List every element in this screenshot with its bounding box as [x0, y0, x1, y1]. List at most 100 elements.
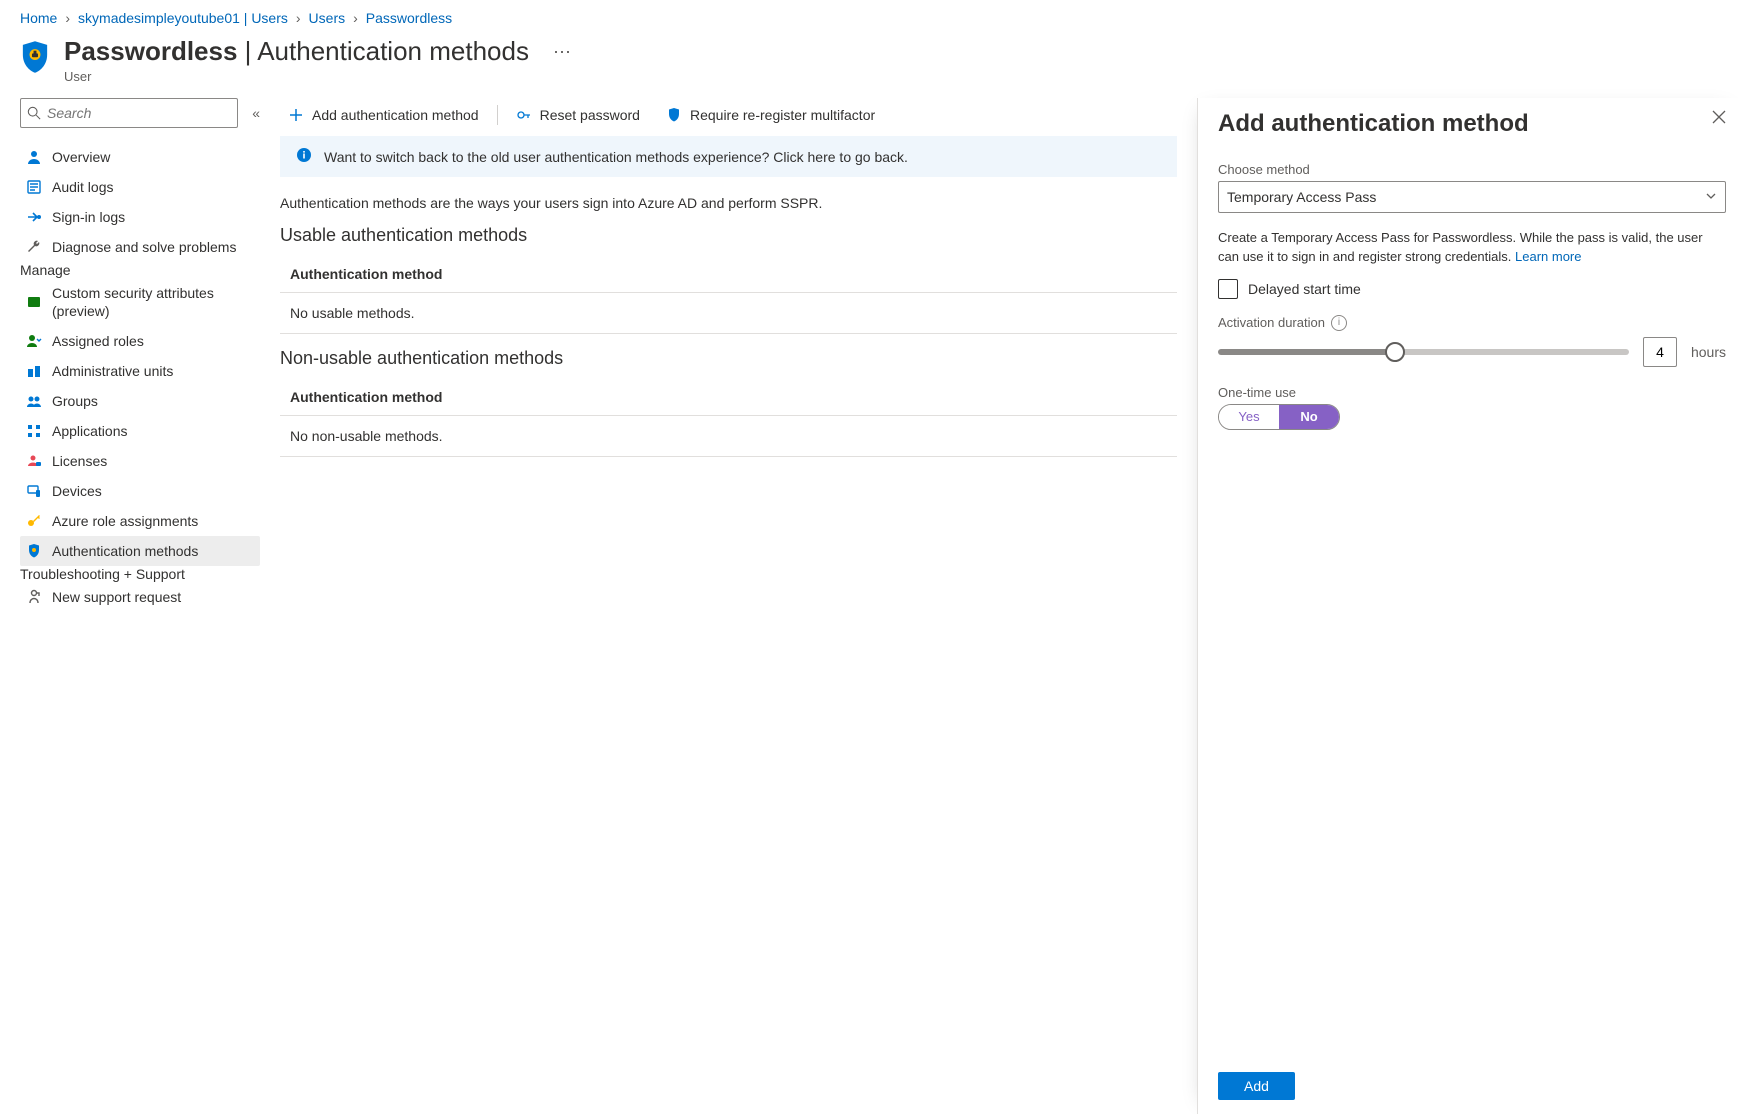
- groups-icon: [26, 393, 42, 409]
- slider-thumb[interactable]: [1385, 342, 1405, 362]
- onetime-use-label: One-time use: [1218, 385, 1726, 400]
- support-icon: [26, 589, 42, 605]
- sidebar-item-label: Overview: [52, 148, 254, 166]
- signin-icon: [26, 209, 42, 225]
- sidebar-item-label: New support request: [52, 588, 254, 606]
- add-auth-method-button[interactable]: Add authentication method: [280, 103, 487, 127]
- choose-method-label: Choose method: [1218, 162, 1726, 177]
- usable-section-title: Usable authentication methods: [280, 225, 1177, 246]
- page-header: Passwordless | Authentication methods Us…: [0, 30, 1746, 98]
- sidebar-item-sign-in-logs[interactable]: Sign-in logs: [20, 202, 260, 232]
- add-auth-method-panel: Add authentication method Choose method …: [1197, 98, 1746, 1114]
- sidebar-item-label: Custom security attributes (preview): [52, 284, 254, 320]
- breadcrumb-sep: ›: [296, 10, 301, 26]
- sidebar-item-azure-role-assignments[interactable]: Azure role assignments: [20, 506, 260, 536]
- key-icon: [516, 107, 532, 123]
- sidebar-item-applications[interactable]: Applications: [20, 416, 260, 446]
- shield-refresh-icon: [666, 107, 682, 123]
- require-reregister-button[interactable]: Require re-register multifactor: [658, 103, 883, 127]
- apps-icon: [26, 423, 42, 439]
- breadcrumb: Home › skymadesimpleyoutube01 | Users › …: [0, 0, 1746, 30]
- delayed-start-checkbox[interactable]: [1218, 279, 1238, 299]
- collapse-icon[interactable]: «: [252, 105, 260, 121]
- sidebar-item-overview[interactable]: Overview: [20, 142, 260, 172]
- onetime-use-toggle[interactable]: Yes No: [1218, 404, 1340, 430]
- add-button[interactable]: Add: [1218, 1072, 1295, 1100]
- breadcrumb-tenant[interactable]: skymadesimpleyoutube01 | Users: [78, 10, 288, 26]
- log-icon: [26, 179, 42, 195]
- sidebar: « Overview Audit logs Sign-in logs Diagnose…: [0, 98, 260, 1114]
- sidebar-item-audit-logs[interactable]: Audit logs: [20, 172, 260, 202]
- sidebar-item-label: Applications: [52, 422, 254, 440]
- page-title: Passwordless | Authentication methods: [64, 36, 529, 67]
- nonusable-section-title: Non-usable authentication methods: [280, 348, 1177, 369]
- breadcrumb-users[interactable]: Users: [309, 10, 346, 26]
- choose-method-select[interactable]: Temporary Access Pass: [1218, 181, 1726, 213]
- info-bar-text: Want to switch back to the old user auth…: [324, 149, 908, 165]
- breadcrumb-user[interactable]: Passwordless: [366, 10, 452, 26]
- activation-duration-label: Activation duration: [1218, 315, 1325, 330]
- sidebar-item-label: Devices: [52, 482, 254, 500]
- search-input[interactable]: [20, 98, 238, 128]
- plus-icon: [288, 107, 304, 123]
- breadcrumb-home[interactable]: Home: [20, 10, 57, 26]
- reset-password-button[interactable]: Reset password: [508, 103, 648, 127]
- activation-duration-slider[interactable]: [1218, 349, 1629, 355]
- panel-description: Create a Temporary Access Pass for Passw…: [1218, 229, 1726, 267]
- usable-methods-table: Authentication method No usable methods.: [280, 256, 1177, 334]
- sidebar-item-label: Assigned roles: [52, 332, 254, 350]
- sidebar-item-groups[interactable]: Groups: [20, 386, 260, 416]
- sidebar-item-label: Diagnose and solve problems: [52, 238, 254, 256]
- sidebar-item-label: Administrative units: [52, 362, 254, 380]
- reset-password-label: Reset password: [540, 107, 640, 123]
- sidebar-item-licenses[interactable]: Licenses: [20, 446, 260, 476]
- delayed-start-label: Delayed start time: [1248, 281, 1361, 297]
- roles-icon: [26, 333, 42, 349]
- licenses-icon: [26, 453, 42, 469]
- shield-icon: [20, 40, 50, 74]
- more-icon[interactable]: ⋯: [553, 36, 571, 63]
- sidebar-item-label: Authentication methods: [52, 542, 254, 560]
- onetime-no-option[interactable]: No: [1279, 405, 1339, 429]
- info-icon: [296, 147, 312, 166]
- sidebar-item-administrative-units[interactable]: Administrative units: [20, 356, 260, 386]
- info-tooltip-icon[interactable]: i: [1331, 315, 1347, 331]
- add-auth-method-label: Add authentication method: [312, 107, 479, 123]
- adminunits-icon: [26, 363, 42, 379]
- sidebar-section-manage: Manage: [20, 262, 71, 278]
- sidebar-section-trouble: Troubleshooting + Support: [20, 566, 185, 582]
- nonusable-methods-table: Authentication method No non-usable meth…: [280, 379, 1177, 457]
- sidebar-item-label: Sign-in logs: [52, 208, 254, 226]
- usable-empty-cell: No usable methods.: [280, 293, 1177, 334]
- intro-text: Authentication methods are the ways your…: [280, 195, 1177, 211]
- activation-duration-unit: hours: [1691, 344, 1726, 360]
- sidebar-item-label: Groups: [52, 392, 254, 410]
- sidebar-item-custom-security-attributes-preview[interactable]: Custom security attributes (preview): [20, 278, 260, 326]
- table-row: No non-usable methods.: [280, 416, 1177, 457]
- sidebar-item-assigned-roles[interactable]: Assigned roles: [20, 326, 260, 356]
- breadcrumb-sep: ›: [65, 10, 70, 26]
- nonusable-empty-cell: No non-usable methods.: [280, 416, 1177, 457]
- sidebar-item-label: Azure role assignments: [52, 512, 254, 530]
- table-row: No usable methods.: [280, 293, 1177, 334]
- sidebar-item-new-support-request[interactable]: New support request: [20, 582, 260, 612]
- close-icon[interactable]: [1712, 110, 1726, 128]
- activation-duration-input[interactable]: [1643, 337, 1677, 367]
- onetime-yes-option[interactable]: Yes: [1219, 405, 1279, 429]
- sidebar-item-authentication-methods[interactable]: Authentication methods: [20, 536, 260, 566]
- devices-icon: [26, 483, 42, 499]
- shield-icon: [26, 543, 42, 559]
- require-reregister-label: Require re-register multifactor: [690, 107, 875, 123]
- sidebar-item-label: Licenses: [52, 452, 254, 470]
- wrench-icon: [26, 239, 42, 255]
- sidebar-item-diagnose-and-solve-problems[interactable]: Diagnose and solve problems: [20, 232, 260, 262]
- command-bar: Add authentication method Reset password…: [280, 98, 1177, 132]
- toolbar-separator: [497, 105, 498, 125]
- sidebar-item-devices[interactable]: Devices: [20, 476, 260, 506]
- usable-col-header: Authentication method: [280, 256, 1177, 293]
- choose-method-value: Temporary Access Pass: [1227, 189, 1376, 205]
- chevron-down-icon: [1705, 189, 1717, 205]
- nonusable-col-header: Authentication method: [280, 379, 1177, 416]
- learn-more-link[interactable]: Learn more: [1515, 249, 1581, 264]
- info-bar[interactable]: Want to switch back to the old user auth…: [280, 136, 1177, 177]
